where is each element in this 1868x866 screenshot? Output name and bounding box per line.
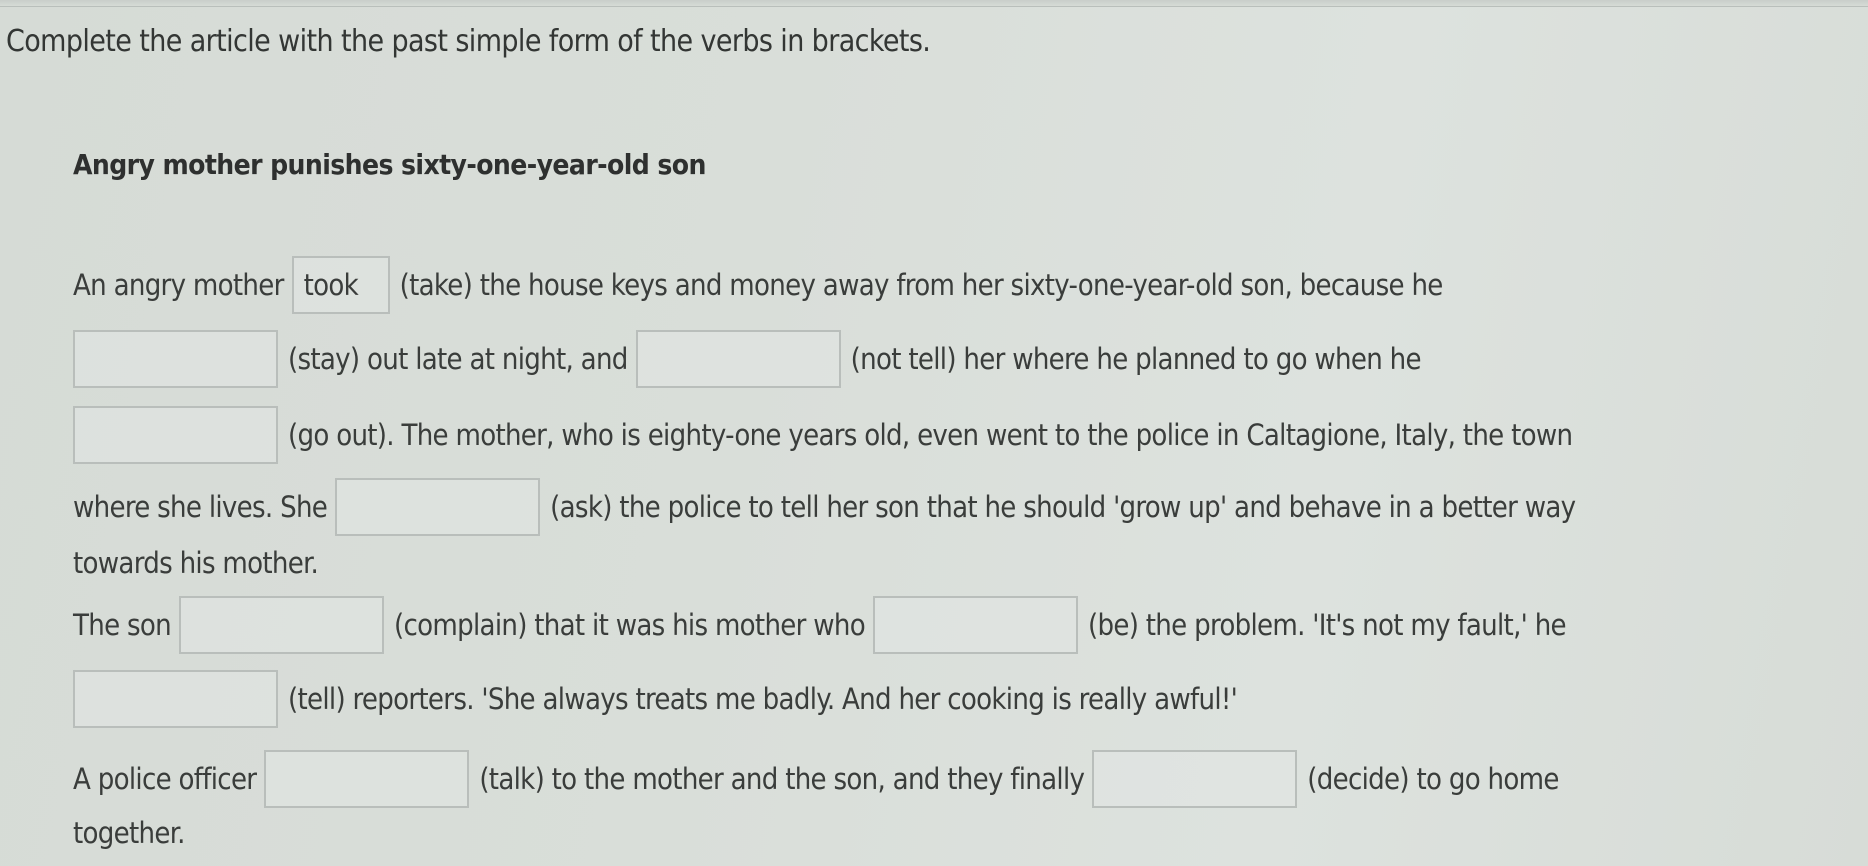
answer-gap-take[interactable] [291,256,390,314]
answer-gap-talk[interactable] [264,750,470,808]
answer-gap-decide[interactable] [1092,750,1298,808]
line-text: towards his mother. [73,546,319,580]
article-line-4: where she lives. She (ask) the police to… [73,478,1576,536]
screen-top-edge [0,0,1868,7]
line-text: A police officer [73,762,257,796]
line-text: (talk) to the mother and the son, and th… [479,762,1085,796]
answer-gap-not-tell[interactable] [635,330,841,388]
article-title: Angry mother punishes sixty-one-year-old… [73,148,706,181]
article-line-7: (tell) reporters. 'She always treats me … [73,670,1238,728]
answer-gap-ask[interactable] [335,478,541,536]
article-line-9: together. [73,816,185,850]
exercise-instruction: Complete the article with the past simpl… [6,24,931,59]
line-text: (ask) the police to tell her son that he… [550,490,1576,524]
article-line-6: The son (complain) that it was his mothe… [73,596,1567,654]
answer-gap-be[interactable] [873,596,1078,654]
answer-gap-stay[interactable] [73,330,278,388]
line-text: (be) the problem. 'It's not my fault,' h… [1088,608,1567,642]
article-line-3: (go out). The mother, who is eighty-one … [73,406,1573,464]
line-text: (tell) reporters. 'She always treats me … [288,682,1238,716]
answer-gap-tell[interactable] [73,670,278,728]
line-text: (not tell) her where he planned to go wh… [850,342,1422,376]
article-line-8: A police officer (talk) to the mother an… [73,750,1559,808]
line-text: The son [73,608,172,642]
line-text: (complain) that it was his mother who [394,608,866,642]
line-text: where she lives. She [73,490,328,524]
article-line-1: An angry mother (take) the house keys an… [73,256,1443,314]
line-text: (go out). The mother, who is eighty-one … [288,418,1573,452]
line-text: An angry mother [73,268,284,302]
article-line-5: towards his mother. [73,546,319,580]
article-line-2: (stay) out late at night, and (not tell)… [73,330,1422,388]
line-text: (take) the house keys and money away fro… [399,268,1444,302]
line-text: (stay) out late at night, and [288,342,628,376]
line-text: (decide) to go home [1307,762,1559,796]
answer-gap-go-out[interactable] [73,406,278,464]
answer-gap-complain[interactable] [179,596,385,654]
line-text: together. [73,816,185,850]
